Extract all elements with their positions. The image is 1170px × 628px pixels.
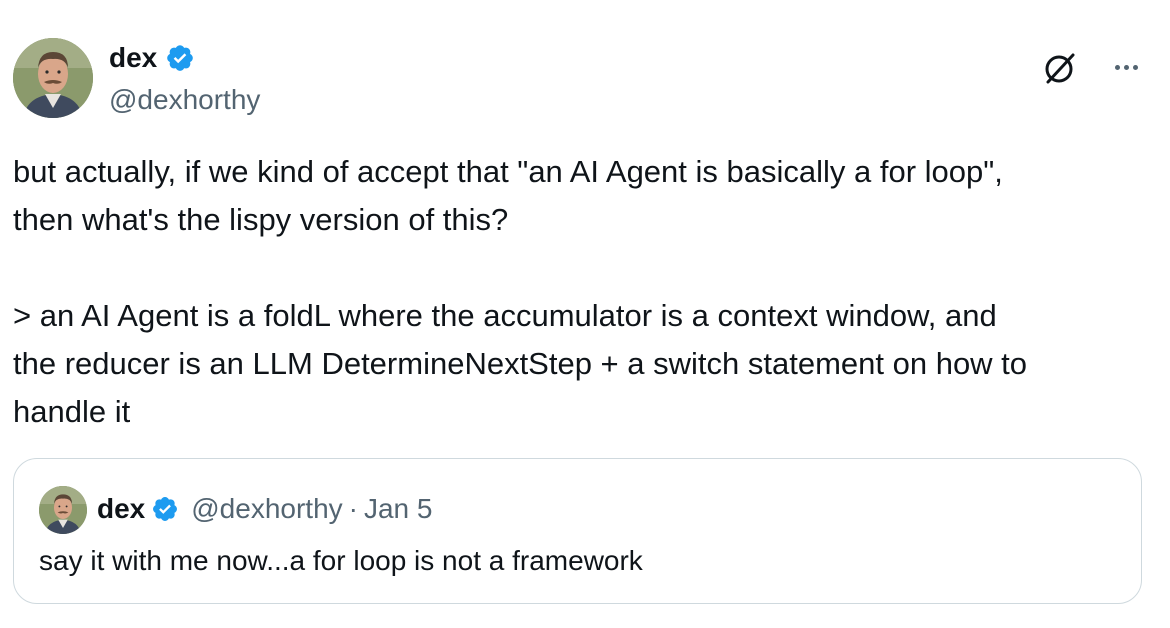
tweet-text: but actually, if we kind of accept that … xyxy=(13,148,1153,436)
verified-badge-icon[interactable] xyxy=(165,43,195,73)
quoted-date[interactable]: Jan 5 xyxy=(364,491,433,527)
grok-icon[interactable] xyxy=(1040,48,1080,88)
more-dot xyxy=(1114,64,1120,70)
more-dot xyxy=(1123,64,1129,70)
quoted-display-name[interactable]: dex xyxy=(97,491,145,527)
quoted-avatar[interactable] xyxy=(39,486,87,534)
verified-badge-icon xyxy=(151,495,179,523)
tweet-paragraph-1: but actually, if we kind of accept that … xyxy=(13,154,1003,237)
avatar[interactable] xyxy=(13,38,93,118)
quoted-separator: · xyxy=(348,493,358,524)
author-handle[interactable]: @dexhorthy xyxy=(109,82,260,118)
quoted-tweet-text: say it with me now...a for loop is not a… xyxy=(39,545,643,576)
quoted-tweet-card[interactable]: dex @dexhorthy · Jan 5 say it with me no… xyxy=(13,458,1142,604)
tweet-paragraph-2: > an AI Agent is a foldL where the accum… xyxy=(13,298,1028,429)
more-dot xyxy=(1132,64,1138,70)
author-name-row: dex xyxy=(109,40,195,76)
author-display-name[interactable]: dex xyxy=(109,40,157,76)
quoted-handle: @dexhorthy xyxy=(191,493,343,524)
quoted-header: dex @dexhorthy · Jan 5 xyxy=(97,491,432,527)
more-options-icon[interactable] xyxy=(1108,52,1144,82)
